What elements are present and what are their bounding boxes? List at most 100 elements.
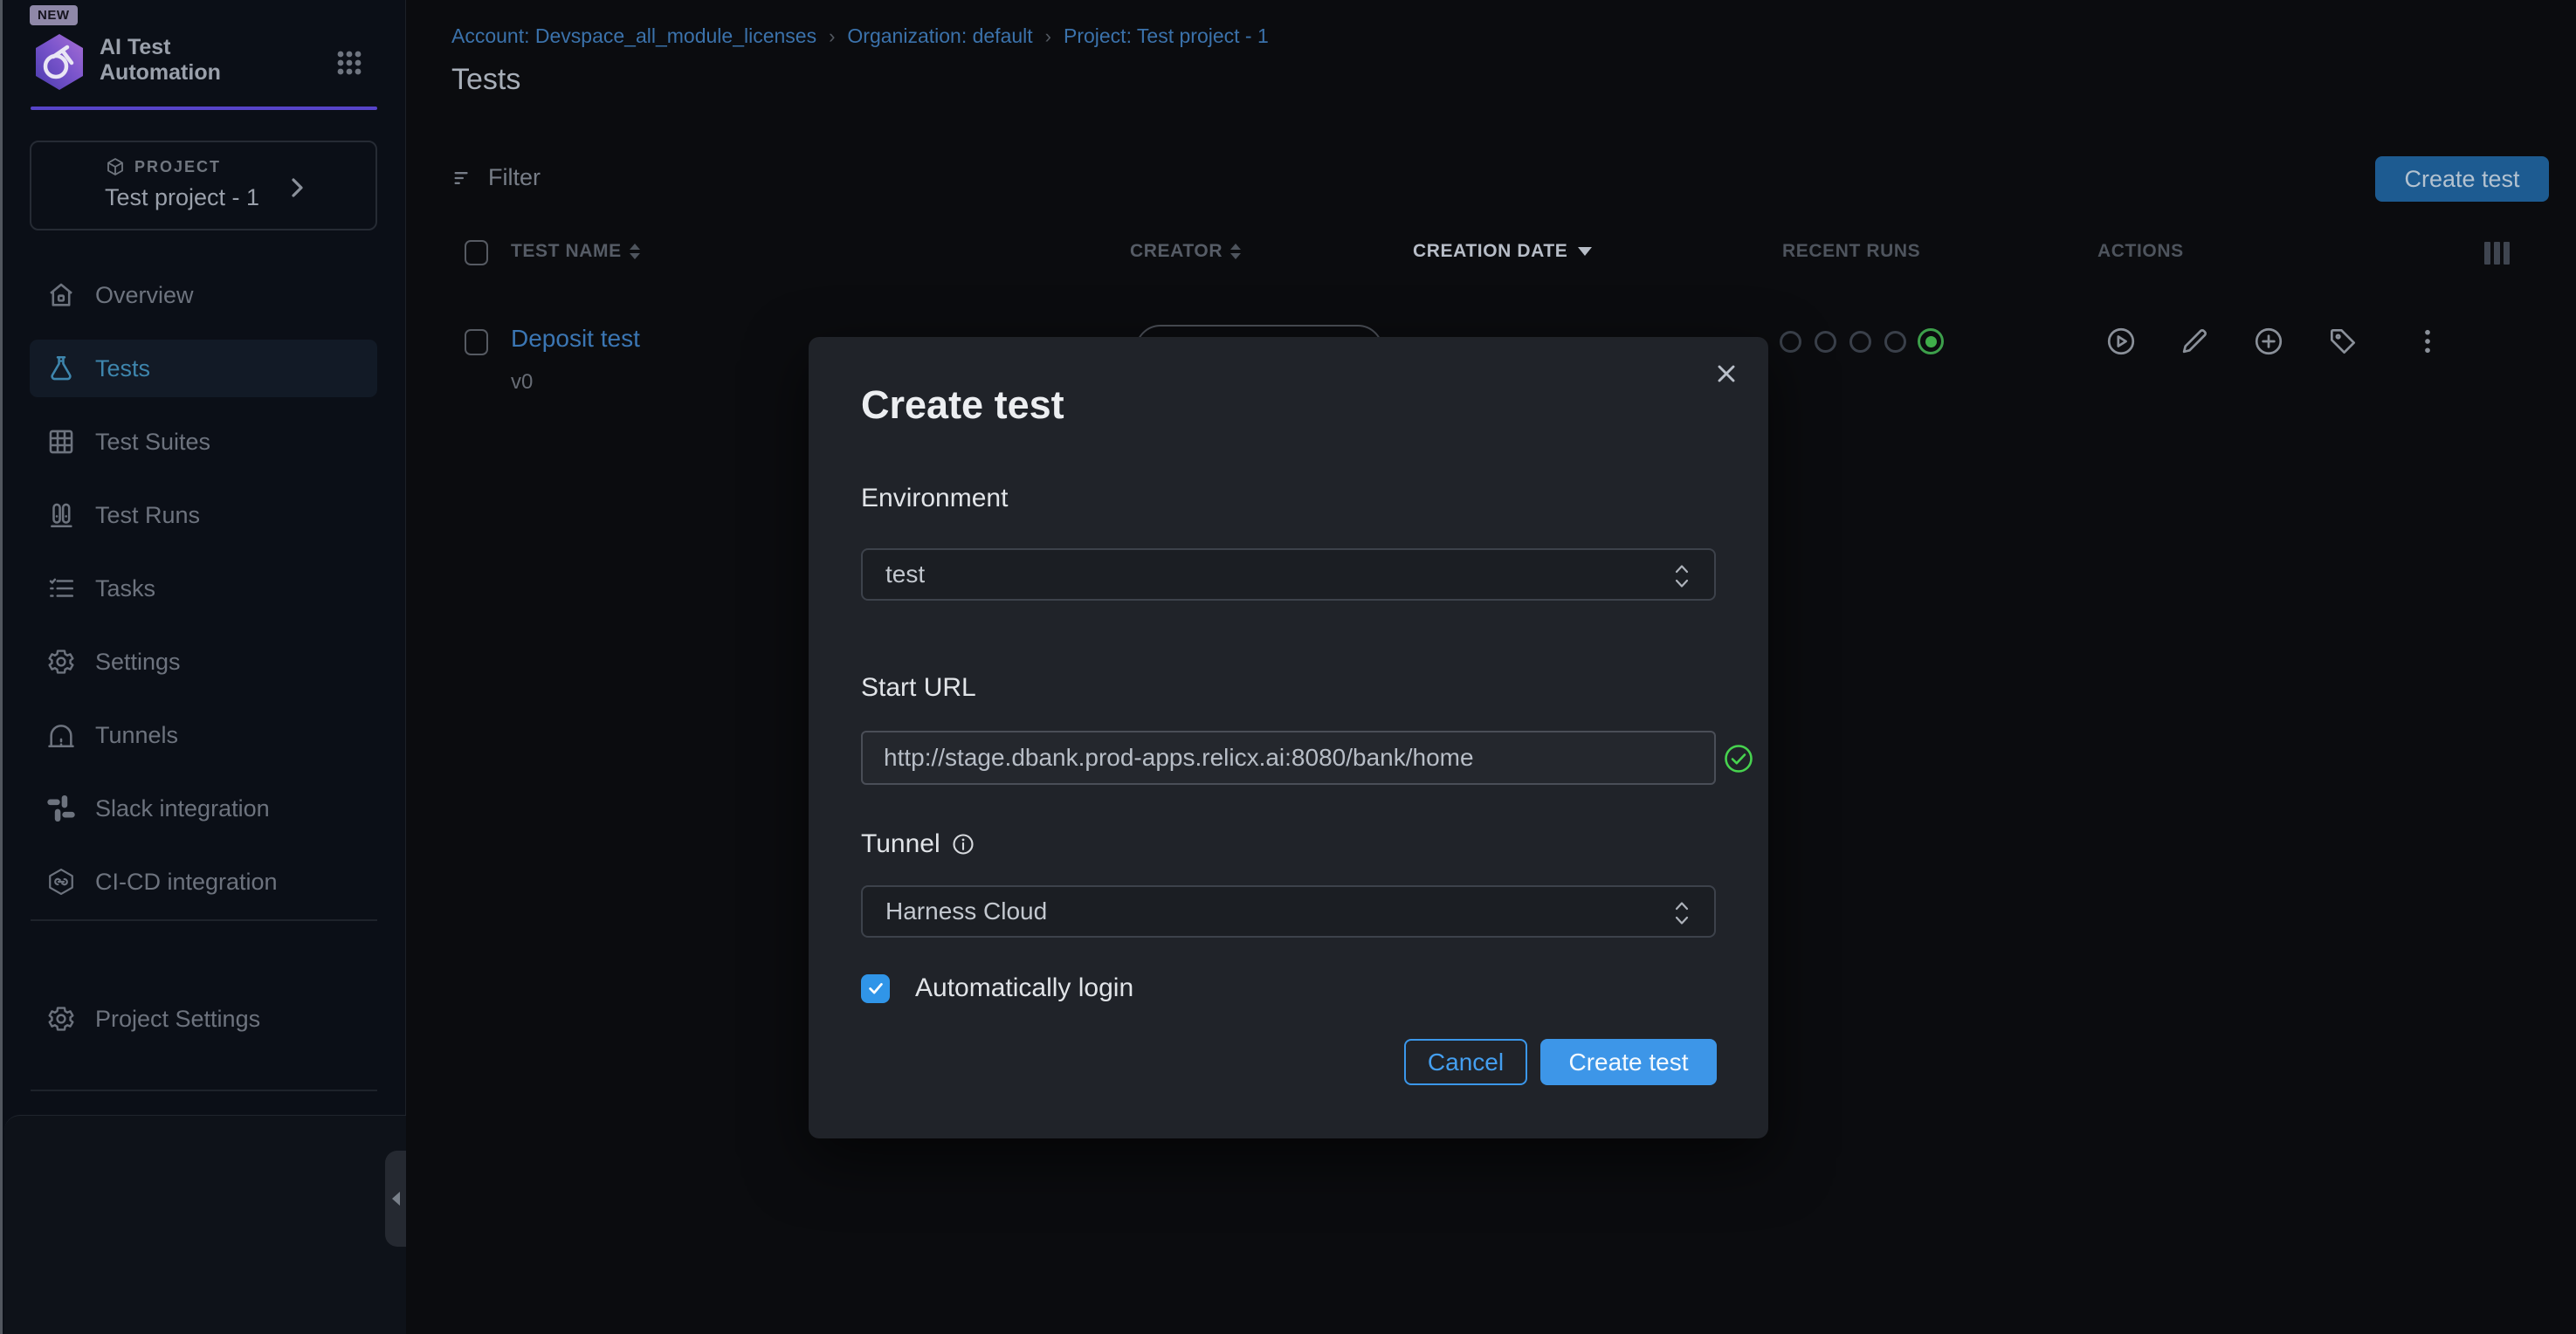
select-all-checkbox[interactable] [465, 240, 488, 265]
environment-select[interactable]: test [861, 548, 1716, 601]
create-test-button[interactable]: Create test [2375, 156, 2549, 202]
cancel-button[interactable]: Cancel [1404, 1039, 1527, 1085]
gear-icon [46, 647, 76, 677]
sidebar-item-settings[interactable]: Settings [30, 633, 377, 691]
sidebar-item-label: Settings [95, 649, 181, 676]
column-header-creation-date[interactable]: CREATION DATE [1413, 241, 1592, 262]
grid-icon [46, 427, 76, 457]
url-valid-check-icon [1723, 743, 1754, 774]
brand-accent-divider [31, 107, 377, 110]
breadcrumb: Account: Devspace_all_module_licenses › … [451, 24, 1269, 48]
sidebar-item-label: Tasks [95, 575, 155, 602]
row-checkbox[interactable] [465, 329, 488, 355]
app-root: NEW AI Test Automation [0, 0, 2576, 1334]
sidebar-scrollbar[interactable] [0, 0, 3, 1334]
project-selector-content: PROJECT Test project - 1 [105, 156, 259, 211]
column-header-test-name[interactable]: TEST NAME [511, 241, 640, 262]
sidebar-item-tasks[interactable]: Tasks [30, 560, 377, 617]
breadcrumb-separator: › [1033, 25, 1064, 48]
breadcrumb-separator: › [816, 25, 847, 48]
sidebar-bottom-dock: ? Help AU admin user [4, 1115, 406, 1334]
tag-icon[interactable] [2326, 325, 2359, 358]
recent-run-dot[interactable] [1884, 331, 1906, 353]
recent-run-dot[interactable] [1815, 331, 1836, 353]
select-chevrons-icon [1672, 897, 1691, 929]
sidebar-item-project-settings[interactable]: Project Settings [30, 990, 377, 1048]
sort-descending-icon [1578, 247, 1592, 256]
sidebar-item-tunnels[interactable]: Tunnels [30, 706, 377, 764]
slack-icon [46, 794, 76, 823]
sort-icon [1230, 244, 1241, 259]
sidebar-item-label: Overview [95, 282, 194, 309]
flask-icon [46, 354, 76, 383]
home-icon [46, 280, 76, 310]
sidebar-item-label: Project Settings [95, 1006, 260, 1033]
project-selector[interactable]: PROJECT Test project - 1 [30, 141, 377, 230]
tunnel-select[interactable]: Harness Cloud [861, 885, 1716, 938]
tunnel-icon [46, 720, 76, 750]
sidebar-item-test-suites[interactable]: Test Suites [30, 413, 377, 471]
auto-login-label: Automatically login [915, 973, 1133, 1003]
cicd-hexagon-link-icon [46, 867, 76, 897]
sidebar-item-label: Test Suites [95, 429, 210, 456]
app-grid-icon[interactable] [335, 49, 363, 77]
tunnel-value: Harness Cloud [885, 897, 1047, 925]
column-header-recent-runs: RECENT RUNS [1782, 241, 1920, 262]
edit-icon[interactable] [2178, 325, 2211, 358]
sidebar-item-label: CI-CD integration [95, 869, 278, 896]
breadcrumb-account[interactable]: Account: Devspace_all_module_licenses [451, 24, 816, 48]
start-url-input[interactable] [861, 731, 1716, 785]
checkmark-icon [866, 979, 885, 998]
column-header-actions: ACTIONS [2097, 241, 2184, 262]
modal-create-test-button[interactable]: Create test [1540, 1039, 1717, 1085]
recent-run-dot[interactable] [1780, 331, 1801, 353]
info-icon[interactable] [951, 832, 975, 856]
sidebar: NEW AI Test Automation [0, 0, 406, 1334]
filter-icon [451, 166, 476, 190]
recent-run-dot-passed[interactable] [1918, 328, 1944, 354]
sidebar-item-label: Test Runs [95, 502, 200, 529]
sidebar-item-test-runs[interactable]: Test Runs [30, 486, 377, 544]
sidebar-item-slack-integration[interactable]: Slack integration [30, 780, 377, 837]
sidebar-collapse-handle[interactable] [385, 1151, 406, 1247]
modal-title: Create test [861, 382, 1064, 428]
add-to-suite-icon[interactable] [2252, 325, 2285, 358]
close-icon[interactable] [1707, 354, 1746, 393]
sidebar-item-overview[interactable]: Overview [30, 266, 377, 324]
cube-icon [105, 156, 126, 177]
auto-login-checkbox[interactable] [861, 974, 890, 1003]
filter-button[interactable]: Filter [451, 164, 541, 191]
create-test-modal: Create test Environment test Start URL T… [809, 337, 1768, 1138]
sidebar-item-label: Tests [95, 355, 150, 382]
recent-run-dot[interactable] [1849, 331, 1871, 353]
auto-login-row: Automatically login [861, 973, 1133, 1003]
environment-label: Environment [861, 484, 1008, 513]
brand-logo-icon[interactable] [32, 33, 86, 91]
test-name-link[interactable]: Deposit test [511, 325, 640, 353]
run-test-icon[interactable] [2104, 325, 2138, 358]
tunnel-label: Tunnel [861, 829, 940, 859]
sidebar-item-cicd-integration[interactable]: CI-CD integration [30, 853, 377, 911]
brand-name: AI Test Automation [100, 35, 257, 86]
sort-icon [630, 244, 640, 259]
more-actions-icon[interactable] [2411, 325, 2444, 358]
start-url-label: Start URL [861, 673, 976, 703]
new-badge: NEW [30, 5, 78, 25]
select-chevrons-icon [1672, 560, 1691, 592]
breadcrumb-project[interactable]: Project: Test project - 1 [1064, 24, 1269, 48]
tunnel-label-row: Tunnel [861, 829, 975, 859]
breadcrumb-organization[interactable]: Organization: default [847, 24, 1032, 48]
task-list-icon [46, 574, 76, 603]
environment-value: test [885, 560, 925, 588]
filter-label: Filter [488, 164, 541, 191]
sidebar-item-label: Slack integration [95, 795, 270, 822]
sidebar-item-tests[interactable]: Tests [30, 340, 377, 397]
sidebar-divider [31, 1090, 377, 1091]
page-title: Tests [451, 63, 520, 97]
project-selector-label: PROJECT [134, 158, 221, 176]
column-settings-icon[interactable] [2484, 242, 2510, 265]
sidebar-item-label: Tunnels [95, 722, 178, 749]
chevron-right-icon [286, 175, 307, 200]
column-header-creator[interactable]: CREATOR [1130, 241, 1241, 262]
sidebar-nav: Overview Tests Test Suites [30, 266, 377, 926]
